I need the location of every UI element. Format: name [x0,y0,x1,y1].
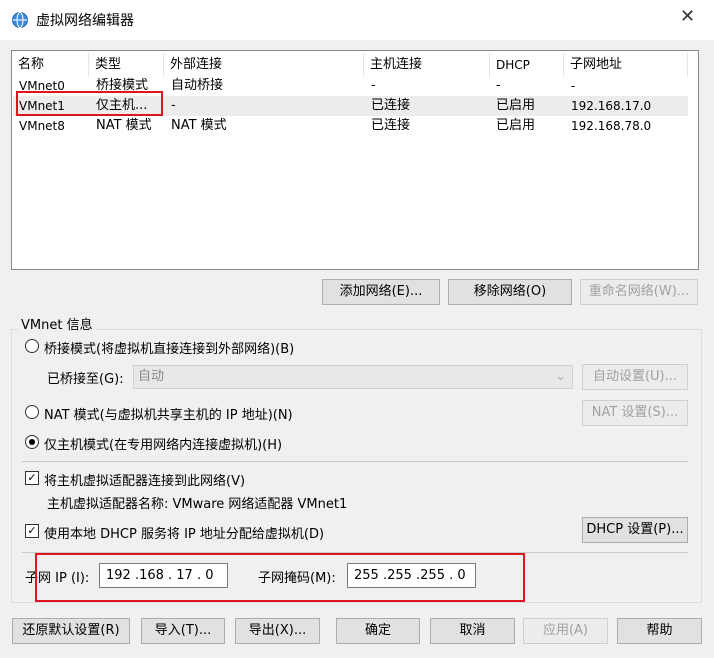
bridged-to-select[interactable]: 自动 ⌄ [133,365,573,389]
dhcp-label[interactable]: 使用本地 DHCP 服务将 IP 地址分配给虚拟机(D) [44,523,324,542]
adapter-name-text: 主机虚拟适配器名称: VMware 网络适配器 VMnet1 [47,497,348,512]
cell-type: NAT 模式 [96,118,152,133]
column-header-host[interactable]: 主机连接 [364,53,490,77]
cell-host: 已连接 [371,118,411,133]
export-button[interactable]: 导出(X)... [235,618,320,644]
dhcp-settings-button[interactable]: DHCP 设置(P)... [582,517,688,543]
globe-icon [12,12,28,28]
cell-host: 已连接 [371,98,411,113]
cell-external: - [171,98,176,113]
column-header-dhcp[interactable]: DHCP [490,53,564,77]
cell-external: 自动桥接 [171,78,224,93]
add-network-button[interactable]: 添加网络(E)... [322,279,440,305]
cell-dhcp: 已启用 [496,118,536,133]
column-header-external[interactable]: 外部连接 [164,53,364,77]
column-header-name[interactable]: 名称 [12,53,89,77]
cell-dhcp: 已启用 [496,98,536,113]
cell-subnet: 192.168.17.0 [571,99,652,113]
remove-network-button[interactable]: 移除网络(O) [448,279,572,305]
cancel-button[interactable]: 取消 [430,618,515,644]
auto-settings-button[interactable]: 自动设置(U)... [582,364,688,390]
hostonly-radio-label[interactable]: 仅主机模式(在专用网络内连接虚拟机)(H) [44,434,282,453]
cell-subnet: - [571,79,576,93]
cell-host: - [371,78,376,93]
group-legend: VMnet 信息 [18,314,96,333]
cell-subnet: 192.168.78.0 [571,119,652,133]
highlight-box [35,553,525,602]
close-icon[interactable]: ✕ [680,6,695,27]
chevron-down-icon: ⌄ [555,369,566,384]
help-button[interactable]: 帮助 [617,618,702,644]
import-button[interactable]: 导入(T)... [141,618,225,644]
apply-button[interactable]: 应用(A) [523,618,608,644]
cell-name: VMnet8 [19,119,65,133]
table-row[interactable]: VMnet8 NAT 模式 NAT 模式 已连接 已启用 192.168.78.0 [13,116,688,136]
bridged-to-value: 自动 [138,369,165,384]
restore-defaults-button[interactable]: 还原默认设置(R) [12,618,130,644]
title-bar: 虚拟网络编辑器 ✕ [0,0,714,40]
connect-adapter-label[interactable]: 将主机虚拟适配器连接到此网络(V) [44,470,245,489]
ok-button[interactable]: 确定 [336,618,420,644]
nat-radio-label[interactable]: NAT 模式(与虚拟机共享主机的 IP 地址)(N) [44,404,293,423]
column-header-subnet[interactable]: 子网地址 [564,53,688,77]
rename-network-button[interactable]: 重命名网络(W)... [580,279,698,305]
dhcp-checkbox[interactable]: ✓ [25,524,39,538]
connect-adapter-checkbox[interactable]: ✓ [25,471,39,485]
nat-radio[interactable] [25,405,39,419]
network-list[interactable]: 名称 类型 外部连接 主机连接 DHCP 子网地址 VMnet0 桥接模式 自动桥接… [11,50,699,270]
window-title: 虚拟网络编辑器 [36,13,134,29]
nat-settings-button[interactable]: NAT 设置(S)... [582,400,688,426]
bridged-radio-label[interactable]: 桥接模式(将虚拟机直接连接到外部网络)(B) [44,338,294,357]
hostonly-radio[interactable] [25,435,39,449]
column-header-type[interactable]: 类型 [89,53,164,77]
bridged-to-label: 已桥接至(G): [47,372,124,387]
cell-external: NAT 模式 [171,118,227,133]
divider [22,461,688,462]
highlight-box [16,91,163,116]
bridged-radio[interactable] [25,339,39,353]
cell-dhcp: - [496,78,501,93]
